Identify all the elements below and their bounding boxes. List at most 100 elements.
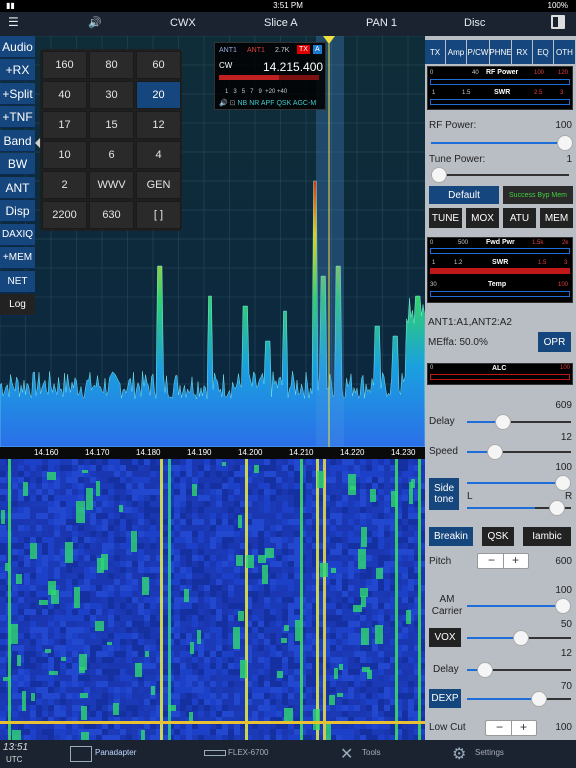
tx-badge[interactable]: TX [297,45,310,54]
bandwidth-button[interactable]: BW [0,153,35,175]
vox-value: 50 [560,619,572,630]
tab-eq[interactable]: EQ [533,40,553,64]
slice-flag[interactable]: ANT1 ANT1 2.7K TX A CW 14.215.400 1 3 5 … [214,42,326,110]
tab-pcw[interactable]: P/CW [467,40,489,64]
tab-other[interactable]: OTH [554,40,575,64]
vox-slider[interactable] [467,630,571,646]
band-2-button[interactable]: 2 [42,171,87,199]
band-40-button[interactable]: 40 [42,81,87,109]
sidetone-button[interactable]: Side tone [429,478,459,510]
tune-power-slider[interactable] [431,167,569,183]
bottom-tab-bar: 13:51 UTC Panadapter FLEX-6700 ✕ Tools ⚙… [0,740,576,768]
add-tnf-button[interactable]: +TNF [0,106,35,128]
band-12-button[interactable]: 12 [136,111,181,139]
tab-rx[interactable]: RX [512,40,532,64]
antenna-button[interactable]: ANT [0,177,35,199]
band-2200-button[interactable]: 2200 [42,201,87,229]
speaker-icon[interactable]: 🔊 [88,16,102,29]
band-60-button[interactable]: 60 [136,51,181,79]
qsk-button[interactable]: QSK [482,527,514,546]
slice-frequency[interactable]: 14.215.400 [263,60,323,74]
tab-tx[interactable]: TX [425,40,445,64]
gear-icon[interactable]: ⚙ [452,744,466,764]
slice-flags[interactable]: 🔊 ⊡ NB NR APF QSK AGC-M [219,99,316,107]
dexp-button[interactable]: DEXP [429,689,461,708]
tab-radio[interactable]: FLEX-6700 [228,748,268,757]
slice-ant1[interactable]: ANT1 [219,47,237,54]
network-button[interactable]: NET [0,271,35,293]
display-button[interactable]: Disp [0,200,35,222]
disc-button[interactable]: Disc [464,17,485,29]
pan-right-label: R [565,491,573,502]
log-button[interactable]: Log [0,294,35,316]
add-rx-button[interactable]: +RX [0,59,35,81]
decrement-button[interactable]: − [496,720,503,734]
tab-phone[interactable]: PHNE [489,40,512,64]
opr-button[interactable]: OPR [538,332,571,352]
band-17-button[interactable]: 17 [42,111,87,139]
band-wwv-button[interactable]: WWV [89,171,134,199]
band-20-button[interactable]: 20 [136,81,181,109]
band-160-button[interactable]: 160 [42,51,87,79]
add-memory-button[interactable]: +MEM [0,247,35,269]
waterfall-display[interactable] [0,459,425,740]
menu-icon[interactable]: ☰ [8,15,19,29]
tab-panadapter[interactable]: Panadapter [95,748,136,757]
increment-button[interactable]: + [520,720,527,734]
tx-profile-button[interactable]: Default [429,186,499,204]
slice-a-button[interactable]: Slice A [264,17,298,29]
right-control-panel: TX Amp P/CW PHNE RX EQ OTH 0 40 RF Power… [425,36,576,740]
mox-button[interactable]: MOX [466,208,499,228]
band-30-button[interactable]: 30 [89,81,134,109]
band-10-button[interactable]: 10 [42,141,87,169]
pitch-stepper[interactable]: − + [477,553,529,569]
tools-icon[interactable]: ✕ [340,744,353,764]
pan-button[interactable]: PAN 1 [366,17,397,29]
band-15-button[interactable]: 15 [89,111,134,139]
sidebar-toggle-icon[interactable] [551,15,565,29]
speaker-icon[interactable]: 🔊 [219,100,228,107]
tune-power-label: Tune Power: [429,154,486,165]
increment-button[interactable]: + [512,553,519,567]
slice-ant2[interactable]: ANT1 [247,47,265,54]
tab-amp[interactable]: Amp [446,40,466,64]
sidetone-volume-slider[interactable] [467,475,571,491]
delay-slider[interactable] [467,414,571,430]
speed-slider[interactable] [467,444,571,460]
vox-button[interactable]: VOX [429,628,461,647]
slice-letter[interactable]: A [313,45,322,54]
dexp-value: 70 [560,681,572,692]
band-4-button[interactable]: 4 [136,141,181,169]
radio-icon[interactable] [204,750,226,756]
split-button[interactable]: +Split [0,83,35,105]
band-xvtr-button[interactable]: [ ] [136,201,181,229]
sidetone-pan-slider[interactable] [467,500,571,516]
band-button[interactable]: Band [0,130,35,152]
rf-power-slider[interactable] [431,135,573,151]
band-630-button[interactable]: 630 [89,201,134,229]
dexp-slider[interactable] [467,691,571,707]
tune-button[interactable]: TUNE [429,208,462,228]
panadapter-icon[interactable] [70,746,92,762]
atu-button[interactable]: ATU [503,208,536,228]
decrement-button[interactable]: − [488,553,495,567]
lock-icon[interactable]: ⊡ [230,100,236,107]
slice-mode[interactable]: CW [219,61,232,70]
meter-title: RF Power [486,69,519,76]
tab-settings[interactable]: Settings [475,748,504,757]
tab-tools[interactable]: Tools [362,748,381,757]
pitch-label: Pitch [429,556,452,567]
audio-button[interactable]: Audio [0,36,35,58]
mem-button[interactable]: MEM [540,208,573,228]
vox-delay-slider[interactable] [467,662,571,678]
band-80-button[interactable]: 80 [89,51,134,79]
am-carrier-slider[interactable] [467,598,571,614]
low-cut-stepper[interactable]: − + [485,720,537,736]
daxiq-button[interactable]: DAXIQ [0,224,35,246]
band-gen-button[interactable]: GEN [136,171,181,199]
breakin-button[interactable]: Breakin [429,527,473,546]
iambic-button[interactable]: Iambic [523,527,571,546]
am-carrier-value: 100 [555,585,572,596]
cwx-button[interactable]: CWX [170,17,196,29]
band-6-button[interactable]: 6 [89,141,134,169]
